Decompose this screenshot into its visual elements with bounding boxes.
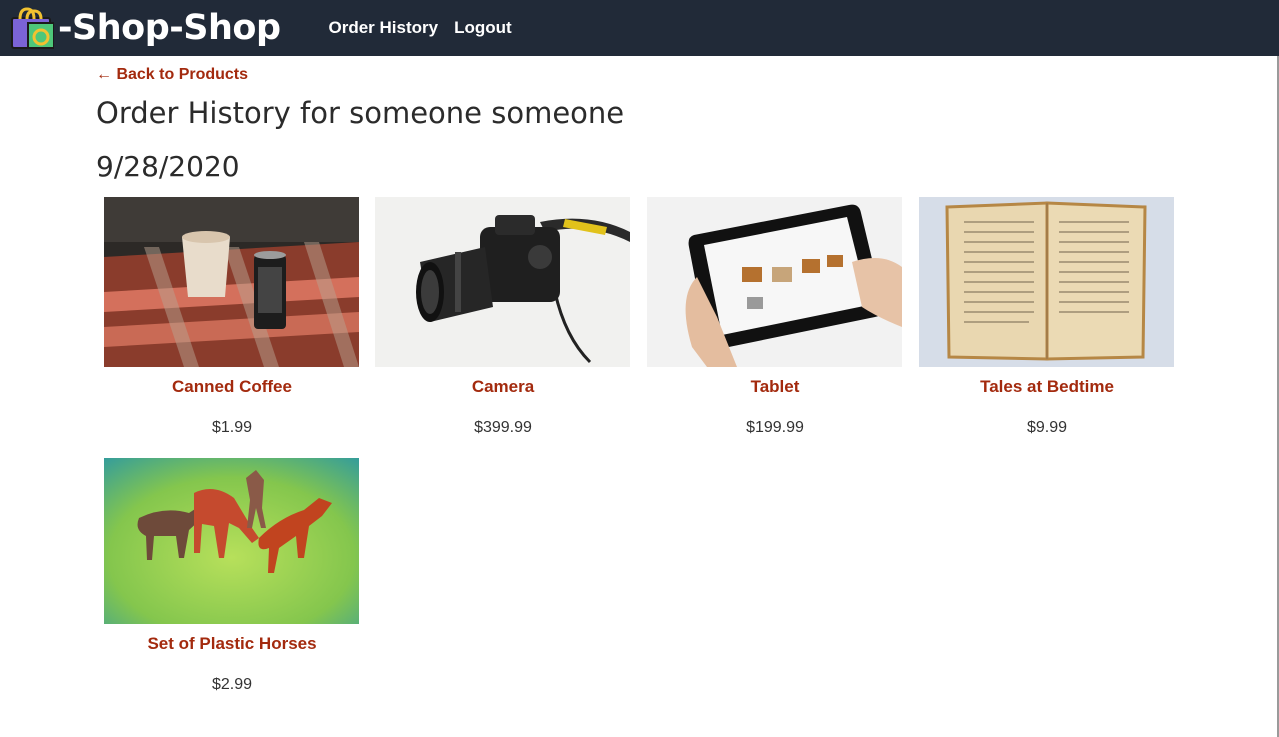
product-card: Camera $399.99	[375, 197, 631, 437]
plastic-horses-photo[interactable]	[104, 458, 359, 624]
product-name[interactable]: Tablet	[647, 377, 903, 397]
product-card: Tablet $199.99	[647, 197, 903, 437]
product-price: $199.99	[746, 419, 804, 436]
page-title: Order History for someone someone	[96, 96, 625, 130]
back-to-products-link[interactable]: ← Back to Products	[96, 66, 248, 84]
product-price: $399.99	[474, 419, 532, 436]
product-card: Canned Coffee $1.99	[104, 197, 360, 437]
product-card: Set of Plastic Horses $2.99	[104, 458, 360, 694]
product-name[interactable]: Canned Coffee	[104, 377, 360, 397]
brand-link[interactable]: -Shop-Shop	[10, 7, 281, 49]
tablet-photo[interactable]	[647, 197, 902, 367]
product-card: Tales at Bedtime $9.99	[919, 197, 1175, 437]
product-name[interactable]: Tales at Bedtime	[919, 377, 1175, 397]
shopping-bag-icon	[11, 7, 54, 49]
canned-coffee-photo[interactable]	[104, 197, 359, 367]
product-price: $2.99	[211, 676, 253, 693]
brand-name: -Shop-Shop	[58, 7, 281, 48]
navbar: -Shop-Shop Order History Logout	[0, 0, 1279, 56]
open-book-photo[interactable]	[919, 197, 1174, 367]
product-name[interactable]: Camera	[375, 377, 631, 397]
nav-logout-link[interactable]: Logout	[454, 18, 512, 38]
nav-links: Order History Logout	[329, 18, 512, 38]
product-price: $1.99	[211, 419, 253, 436]
camera-photo[interactable]	[375, 197, 630, 367]
product-name[interactable]: Set of Plastic Horses	[104, 634, 360, 654]
order-date: 9/28/2020	[96, 150, 240, 183]
product-price: $9.99	[1026, 419, 1068, 436]
nav-order-history-link[interactable]: Order History	[329, 18, 439, 38]
